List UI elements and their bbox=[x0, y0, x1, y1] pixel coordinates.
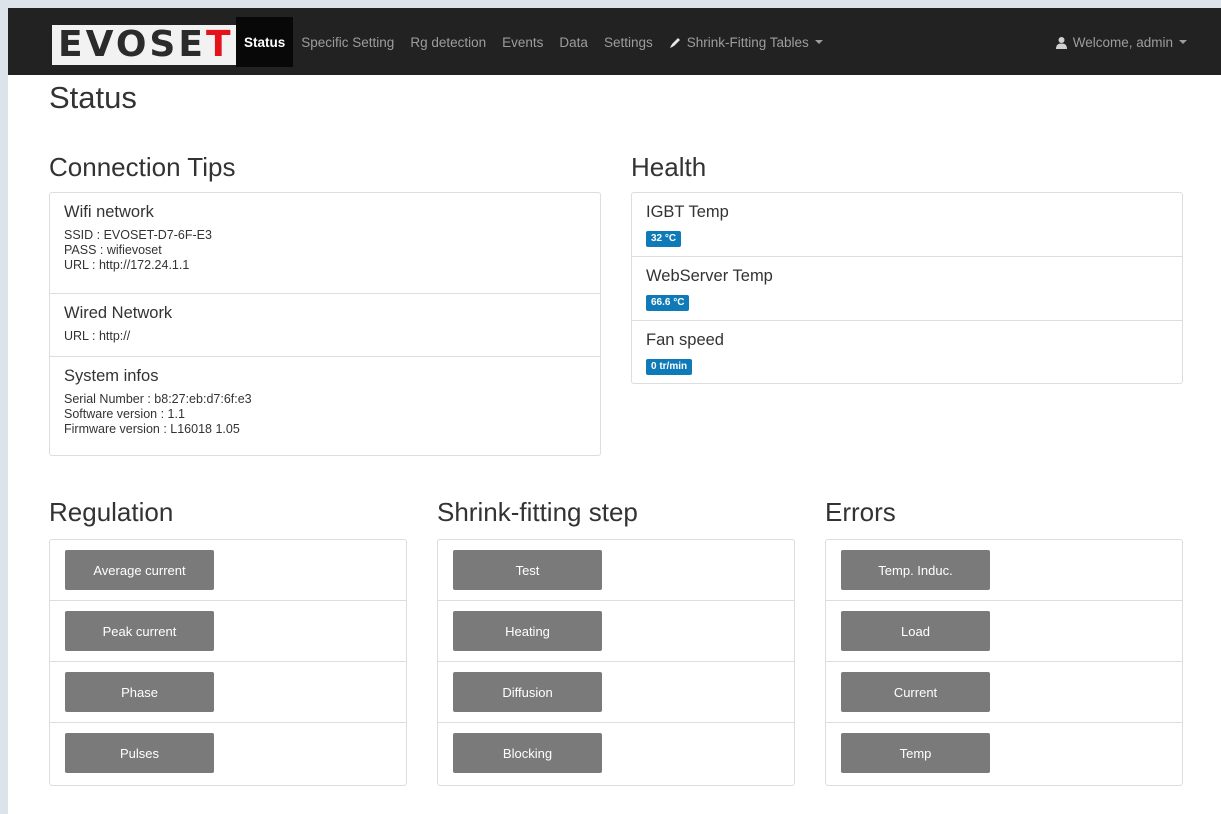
brand-logo[interactable]: EVOSE T bbox=[52, 25, 240, 65]
wired-url: URL : http:// bbox=[64, 329, 131, 343]
regulation-title: Regulation bbox=[49, 497, 174, 527]
logo-text: EVOSE T bbox=[52, 25, 240, 65]
phase-button[interactable]: Phase bbox=[65, 672, 214, 712]
nav-item-rg-detection[interactable]: Rg detection bbox=[402, 17, 494, 67]
wifi-ssid: SSID : EVOSET-D7-6F-E3 bbox=[64, 228, 212, 242]
list-item: Peak current bbox=[50, 601, 406, 662]
list-item: Test bbox=[438, 540, 794, 601]
wired-network-item: Wired Network URL : http:// bbox=[50, 294, 600, 357]
wifi-url: URL : http://172.24.1.1 bbox=[64, 258, 190, 272]
nav-menu: Status Specific Setting Rg detection Eve… bbox=[236, 17, 831, 67]
connection-tips-title: Connection Tips bbox=[49, 152, 236, 182]
health-item-label: Fan speed bbox=[646, 331, 724, 349]
shrink-fitting-step-title: Shrink-fitting step bbox=[437, 497, 638, 527]
status-badge: 32 °C bbox=[646, 231, 682, 247]
list-item: Load bbox=[826, 601, 1182, 662]
errors-panel: Temp. Induc. Load Current Temp bbox=[825, 539, 1183, 786]
list-item: Temp. Induc. bbox=[826, 540, 1182, 601]
errors-title: Errors bbox=[825, 497, 896, 527]
nav-item-specific-setting[interactable]: Specific Setting bbox=[293, 17, 402, 67]
current-button[interactable]: Current bbox=[841, 672, 990, 712]
nav-item-events[interactable]: Events bbox=[494, 17, 551, 67]
wifi-network-item: Wifi network SSID : EVOSET-D7-6F-E3 PASS… bbox=[50, 193, 600, 294]
health-item-label: IGBT Temp bbox=[646, 203, 729, 221]
regulation-panel: Average current Peak current Phase Pulse… bbox=[49, 539, 407, 786]
list-item: Phase bbox=[50, 662, 406, 723]
chevron-down-icon bbox=[814, 40, 823, 44]
load-button[interactable]: Load bbox=[841, 611, 990, 651]
firmware-version: Firmware version : L16018 1.05 bbox=[64, 422, 240, 436]
list-item: Diffusion bbox=[438, 662, 794, 723]
status-badge: 66.6 °C bbox=[646, 295, 690, 311]
list-item: Pulses bbox=[50, 723, 406, 784]
nav-item-status[interactable]: Status bbox=[236, 17, 294, 67]
health-item-fan-speed: Fan speed 0 tr/min bbox=[632, 321, 1182, 385]
heating-button[interactable]: Heating bbox=[453, 611, 602, 651]
nav-item-data[interactable]: Data bbox=[551, 17, 596, 67]
software-version: Software version : 1.1 bbox=[64, 407, 185, 421]
diffusion-button[interactable]: Diffusion bbox=[453, 672, 602, 712]
blocking-button[interactable]: Blocking bbox=[453, 733, 602, 773]
nav-item-shrink-fitting-tables[interactable]: Shrink-Fitting Tables bbox=[661, 17, 831, 67]
health-panel: IGBT Temp 32 °C WebServer Temp 66.6 °C F… bbox=[631, 192, 1183, 384]
health-item-label: WebServer Temp bbox=[646, 267, 773, 285]
average-current-button[interactable]: Average current bbox=[65, 550, 214, 590]
list-item: Average current bbox=[50, 540, 406, 601]
pulses-button[interactable]: Pulses bbox=[65, 733, 214, 773]
wifi-network-heading: Wifi network bbox=[64, 203, 154, 221]
health-item-igbt-temp: IGBT Temp 32 °C bbox=[632, 193, 1182, 257]
status-badge: 0 tr/min bbox=[646, 359, 693, 375]
health-title: Health bbox=[631, 152, 707, 182]
list-item: Heating bbox=[438, 601, 794, 662]
nav-item-settings[interactable]: Settings bbox=[596, 17, 661, 67]
health-item-webserver-temp: WebServer Temp 66.6 °C bbox=[632, 257, 1182, 321]
user-icon bbox=[1055, 36, 1068, 49]
peak-current-button[interactable]: Peak current bbox=[65, 611, 214, 651]
serial-number: Serial Number : b8:27:eb:d7:6f:e3 bbox=[64, 392, 252, 406]
user-welcome-label: Welcome, admin bbox=[1072, 34, 1173, 50]
test-button[interactable]: Test bbox=[453, 550, 602, 590]
list-item: Temp bbox=[826, 723, 1182, 784]
shrink-fitting-panel: Test Heating Diffusion Blocking bbox=[437, 539, 795, 786]
wired-network-heading: Wired Network bbox=[64, 304, 173, 322]
wifi-pass: PASS : wifievoset bbox=[64, 243, 162, 257]
temp-induc-button[interactable]: Temp. Induc. bbox=[841, 550, 990, 590]
temp-button[interactable]: Temp bbox=[841, 733, 990, 773]
system-infos-heading: System infos bbox=[64, 367, 159, 385]
user-menu[interactable]: Welcome, admin bbox=[1055, 17, 1187, 67]
pencil-icon bbox=[669, 36, 682, 49]
connection-tips-panel: Wifi network SSID : EVOSET-D7-6F-E3 PASS… bbox=[49, 192, 601, 456]
page-title: Status bbox=[49, 80, 137, 115]
list-item: Current bbox=[826, 662, 1182, 723]
system-infos-item: System infos Serial Number : b8:27:eb:d7… bbox=[50, 357, 600, 447]
list-item: Blocking bbox=[438, 723, 794, 784]
chevron-down-icon bbox=[1179, 40, 1187, 44]
